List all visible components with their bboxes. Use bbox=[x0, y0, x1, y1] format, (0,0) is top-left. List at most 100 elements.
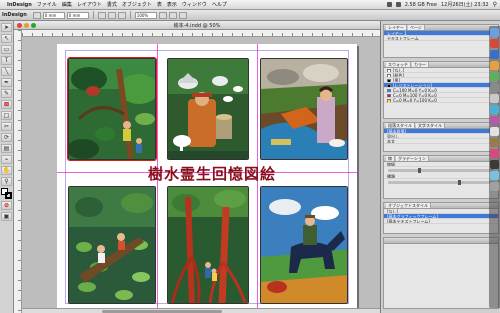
hand-tool-icon[interactable]: ✋ bbox=[1, 166, 12, 175]
stroke-type-row[interactable]: 種類 bbox=[384, 174, 498, 179]
document-canvas[interactable]: 樹水霊生回憶図絵 bbox=[22, 37, 380, 313]
wrap-button[interactable] bbox=[178, 11, 187, 19]
indesign-icon[interactable] bbox=[490, 39, 499, 48]
illustration-horse-rider[interactable] bbox=[260, 186, 348, 304]
menu-view[interactable]: 表示 bbox=[167, 1, 177, 8]
tab-swatches[interactable]: スウォッチ bbox=[386, 62, 411, 67]
reference-point-button[interactable] bbox=[32, 11, 41, 19]
control-bar: InDesign 0 mm 0 mm 100% bbox=[0, 10, 500, 21]
fill-stroke-swatch[interactable] bbox=[1, 188, 12, 199]
illustration-forest-monkey[interactable] bbox=[67, 57, 157, 161]
type-tool-icon[interactable]: T bbox=[1, 56, 12, 65]
illustration-canoe-lilypads[interactable] bbox=[68, 186, 156, 304]
mail-icon[interactable] bbox=[490, 94, 499, 103]
y-position-field[interactable]: 0 mm bbox=[66, 11, 89, 19]
forest-monkey-artwork bbox=[69, 59, 155, 159]
stroke-weight-row[interactable]: 線幅 bbox=[384, 162, 498, 167]
tab-layers[interactable]: レイヤー bbox=[386, 25, 407, 30]
x-position-field[interactable]: 0 mm bbox=[42, 11, 65, 19]
photoshop-icon[interactable] bbox=[490, 50, 499, 59]
tab-pages[interactable]: ページ bbox=[407, 25, 425, 30]
none-color-icon[interactable]: ⊘ bbox=[1, 201, 12, 210]
finder-icon[interactable] bbox=[490, 28, 499, 37]
scissors-tool-icon[interactable]: ✂ bbox=[1, 122, 12, 131]
tab-gradient[interactable]: グラデーション bbox=[396, 156, 429, 161]
horse-rider-artwork bbox=[261, 187, 347, 303]
tab-color[interactable]: カラー bbox=[412, 62, 429, 67]
volume-icon[interactable] bbox=[395, 2, 401, 7]
illustration-yurt-village[interactable] bbox=[167, 58, 249, 160]
slider-knob[interactable] bbox=[458, 180, 461, 185]
flip-button[interactable] bbox=[107, 11, 116, 19]
stroke-swatch[interactable] bbox=[5, 192, 12, 199]
system-preferences-icon[interactable] bbox=[490, 83, 499, 92]
tab-character-styles[interactable]: 文字スタイル bbox=[416, 123, 445, 128]
swatch-row[interactable]: C=0 M=0 Y=100 K=0 bbox=[384, 98, 498, 103]
zoom-tool-icon[interactable]: ⚲ bbox=[1, 177, 12, 186]
illustration-river-woman[interactable] bbox=[260, 58, 348, 160]
terminal-icon[interactable] bbox=[490, 160, 499, 169]
menu-object[interactable]: オブジェクト bbox=[122, 1, 152, 8]
page-title[interactable]: 樹水霊生回憶図絵 bbox=[147, 164, 277, 184]
line-tool-icon[interactable]: ╲ bbox=[1, 67, 12, 76]
yurt-village-artwork bbox=[168, 59, 248, 159]
swatch-label: C=0 M=0 Y=100 K=0 bbox=[393, 98, 437, 103]
menu-type[interactable]: 書式 bbox=[107, 1, 117, 8]
pencil-tool-icon[interactable]: ✎ bbox=[1, 89, 12, 98]
illustration-mangrove[interactable] bbox=[167, 186, 249, 304]
transform-tool-icon[interactable]: ⟳ bbox=[1, 133, 12, 142]
rectangle-tool-icon[interactable]: □ bbox=[1, 111, 12, 120]
empty-panel-header bbox=[384, 238, 498, 244]
downloads-icon[interactable] bbox=[490, 171, 499, 180]
vertical-ruler[interactable] bbox=[14, 30, 22, 313]
menu-clock[interactable]: 12月26日(土) 23:32 bbox=[441, 1, 489, 8]
notes-icon[interactable] bbox=[490, 138, 499, 147]
style-row[interactable]: 本文 bbox=[384, 139, 498, 144]
gradient-tool-icon[interactable]: ▤ bbox=[1, 144, 12, 153]
menu-file[interactable]: ファイル bbox=[37, 1, 57, 8]
control-bar-title: InDesign bbox=[2, 12, 27, 18]
object-style-row[interactable]: [基本テキストフレーム] bbox=[384, 219, 498, 224]
canoe-lilypads-artwork bbox=[69, 187, 155, 303]
slider-knob[interactable] bbox=[418, 168, 421, 173]
tab-object-styles[interactable]: オブジェクトスタイル bbox=[386, 203, 431, 208]
page-tool-icon[interactable]: ▭ bbox=[1, 45, 12, 54]
align-button[interactable] bbox=[158, 11, 167, 19]
menu-table[interactable]: 表 bbox=[157, 1, 162, 8]
rectangle-frame-tool-icon[interactable]: ⊠ bbox=[1, 100, 12, 109]
safari-icon[interactable] bbox=[490, 105, 499, 114]
trash-icon[interactable] bbox=[490, 182, 499, 191]
menu-help[interactable]: ヘルプ bbox=[212, 1, 227, 8]
horizontal-ruler[interactable] bbox=[22, 30, 380, 37]
horizontal-scrollbar[interactable] bbox=[22, 308, 380, 313]
selection-tool-icon[interactable]: ➤ bbox=[1, 23, 12, 32]
pen-tool-icon[interactable]: ✒ bbox=[1, 78, 12, 87]
menu-app-name[interactable]: InDesign bbox=[7, 2, 32, 8]
disk-status: 2.58 GB Free bbox=[404, 1, 437, 8]
stroke-weight-button[interactable] bbox=[117, 11, 126, 19]
illustrator-icon[interactable] bbox=[490, 61, 499, 70]
messages-icon[interactable] bbox=[490, 72, 499, 81]
menu-window[interactable]: ウィンドウ bbox=[182, 1, 207, 8]
stroke-weight-slider[interactable] bbox=[388, 168, 494, 173]
swatch-chip bbox=[387, 99, 391, 102]
document-page[interactable]: 樹水霊生回憶図絵 bbox=[57, 44, 357, 310]
menu-layout[interactable]: レイアウト bbox=[77, 1, 102, 8]
tab-stroke[interactable]: 線 bbox=[386, 156, 395, 161]
distribute-button[interactable] bbox=[168, 11, 177, 19]
zoom-field[interactable]: 100% bbox=[134, 11, 157, 19]
gradient-slider[interactable] bbox=[388, 180, 494, 185]
direct-selection-tool-icon[interactable]: ↖ bbox=[1, 34, 12, 43]
layer-row[interactable]: テキストフレーム bbox=[384, 36, 498, 41]
screen-mode-icon[interactable]: ▣ bbox=[1, 212, 12, 221]
photos-icon[interactable] bbox=[490, 149, 499, 158]
mac-dock bbox=[489, 26, 500, 308]
tab-paragraph-styles[interactable]: 段落スタイル bbox=[386, 123, 415, 128]
eyedropper-tool-icon[interactable]: ⌁ bbox=[1, 155, 12, 164]
itunes-icon[interactable] bbox=[490, 116, 499, 125]
wifi-icon[interactable] bbox=[386, 2, 392, 7]
spotlight-icon[interactable]: ⚲ bbox=[493, 1, 497, 8]
preview-icon[interactable] bbox=[490, 127, 499, 136]
menu-edit[interactable]: 編集 bbox=[62, 1, 72, 8]
rotate-button[interactable] bbox=[97, 11, 106, 19]
